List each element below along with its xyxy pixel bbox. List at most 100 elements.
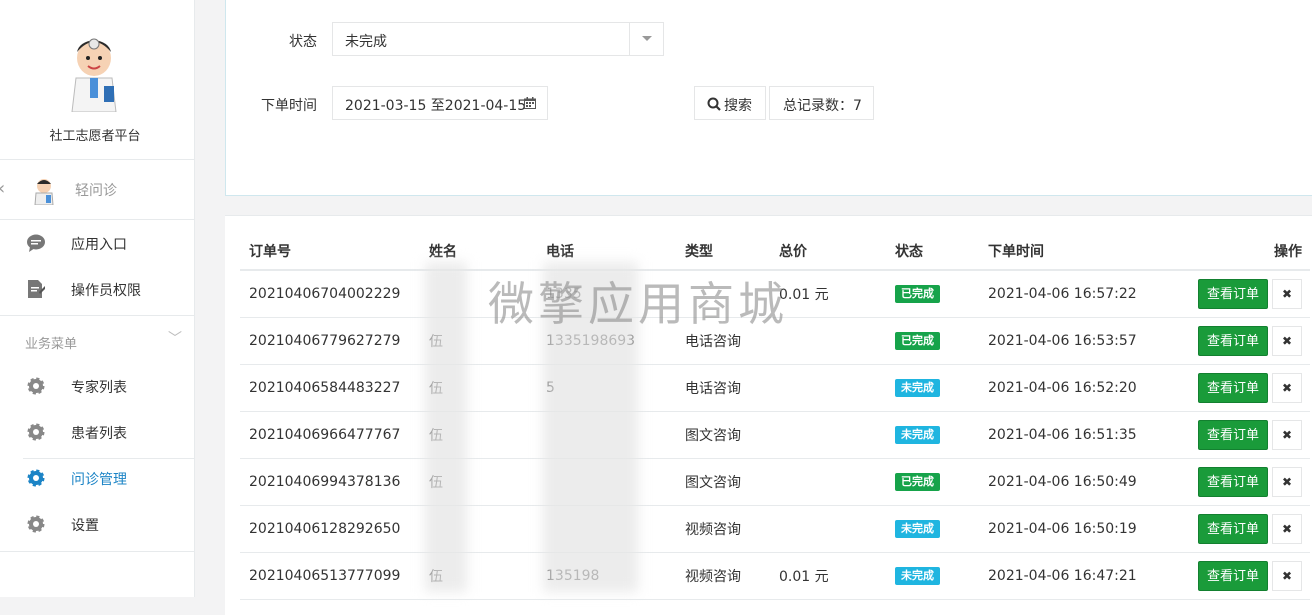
sidebar-item-experts[interactable]: 专家列表 bbox=[0, 363, 194, 409]
status-badge: 已完成 bbox=[895, 472, 940, 491]
order-time-cell: 2021-04-06 16:50:49 bbox=[979, 458, 1169, 506]
section-label: 业务菜单 bbox=[25, 337, 78, 352]
total-records: 总记录数：7 bbox=[769, 86, 874, 120]
table-row: 20210406128292650 视频咨询 未完成 2021-04-06 16:50… bbox=[240, 505, 1310, 553]
status-select-value: 未完成 bbox=[345, 34, 387, 50]
order-time-cell: 2021-04-06 16:51:35 bbox=[979, 411, 1169, 459]
status-badge: 已完成 bbox=[895, 331, 940, 350]
sidebar-item-label: 问诊管理 bbox=[71, 472, 127, 488]
column-header: 状态 bbox=[886, 232, 979, 271]
status-cell: 已完成 bbox=[886, 458, 979, 506]
order-number-cell: 20210406128292650 bbox=[240, 505, 420, 553]
status-badge: 未完成 bbox=[895, 378, 940, 397]
type-cell: 电话咨询 bbox=[676, 364, 770, 412]
order-number-cell: 20210406994378136 bbox=[240, 458, 420, 506]
view-order-button[interactable]: 查看订单 bbox=[1198, 419, 1268, 450]
price-cell bbox=[770, 458, 886, 506]
order-number-cell: 20210406704002229 bbox=[240, 270, 420, 318]
status-cell: 已完成 bbox=[886, 317, 979, 365]
privacy-blur bbox=[425, 262, 467, 592]
brand: 社工志愿者平台 bbox=[0, 0, 194, 160]
app-switcher[interactable]: ‹ 轻问诊 bbox=[0, 160, 194, 220]
view-order-button[interactable]: 查看订单 bbox=[1198, 325, 1268, 356]
type-cell: 图文咨询 bbox=[676, 411, 770, 459]
business-menu-section[interactable]: 业务菜单 ﹀ bbox=[0, 315, 194, 363]
order-time-cell: 2021-04-06 16:52:20 bbox=[979, 364, 1169, 412]
order-time-cell: 2021-04-06 16:57:22 bbox=[979, 270, 1169, 318]
column-header: 下单时间 bbox=[979, 232, 1169, 271]
sidebar-item-app-entry[interactable]: 应用入口 bbox=[0, 220, 194, 266]
sidebar-item-patients[interactable]: 患者列表 bbox=[0, 409, 194, 455]
actions-cell: 查看订单 ✖ bbox=[1169, 364, 1310, 412]
status-cell: 未完成 bbox=[886, 411, 979, 459]
status-cell: 未完成 bbox=[886, 552, 979, 600]
edit-document-icon bbox=[28, 280, 45, 298]
chevron-down-icon[interactable]: ﹀ bbox=[168, 328, 182, 348]
divider bbox=[0, 551, 195, 552]
column-header: 类型 bbox=[676, 232, 770, 271]
sidebar: 社工志愿者平台 ‹ 轻问诊 应用入口 操作员权限 业务菜单 ﹀ 专家列表 患者列… bbox=[0, 0, 195, 597]
calendar-icon bbox=[524, 97, 536, 109]
actions-cell: 查看订单 ✖ bbox=[1169, 411, 1310, 459]
gear-icon bbox=[27, 423, 45, 441]
column-header: 操作 bbox=[1169, 232, 1310, 271]
gear-icon bbox=[27, 469, 45, 487]
search-button-label: 搜索 bbox=[724, 98, 752, 114]
app-label: 轻问诊 bbox=[75, 183, 117, 199]
sidebar-item-consultation-management[interactable]: 问诊管理 bbox=[0, 455, 194, 501]
price-cell bbox=[770, 364, 886, 412]
type-cell: 图文咨询 bbox=[676, 458, 770, 506]
order-time-label: 下单时间 bbox=[261, 98, 317, 114]
status-badge: 未完成 bbox=[895, 519, 940, 538]
watermark-text: 微擎应用商城 bbox=[488, 277, 788, 331]
brand-name: 社工志愿者平台 bbox=[49, 129, 141, 144]
date-range-input[interactable]: 2021-03-15 至2021-04-15 bbox=[332, 86, 548, 120]
delete-icon[interactable]: ✖ bbox=[1272, 560, 1302, 591]
gear-icon bbox=[27, 515, 45, 533]
doctor-logo bbox=[71, 38, 117, 112]
status-badge: 已完成 bbox=[895, 284, 940, 303]
order-number-cell: 20210406584483227 bbox=[240, 364, 420, 412]
status-cell: 未完成 bbox=[886, 364, 979, 412]
column-header: 总价 bbox=[770, 232, 886, 271]
price-cell: 0.01 元 bbox=[770, 552, 886, 600]
type-cell: 视频咨询 bbox=[676, 505, 770, 553]
column-header: 订单号 bbox=[240, 232, 420, 271]
filter-panel: 状态 未完成 下单时间 2021-03-15 至2021-04-15 搜索 总记… bbox=[225, 0, 1312, 196]
view-order-button[interactable]: 查看订单 bbox=[1198, 372, 1268, 403]
view-order-button[interactable]: 查看订单 bbox=[1198, 513, 1268, 544]
view-order-button[interactable]: 查看订单 bbox=[1198, 278, 1268, 309]
sidebar-item-label: 操作员权限 bbox=[71, 283, 141, 299]
delete-icon[interactable]: ✖ bbox=[1272, 419, 1302, 450]
view-order-button[interactable]: 查看订单 bbox=[1198, 466, 1268, 497]
status-select[interactable]: 未完成 bbox=[332, 22, 664, 56]
order-number-cell: 20210406966477767 bbox=[240, 411, 420, 459]
chat-bubble-icon bbox=[27, 234, 45, 252]
delete-icon[interactable]: ✖ bbox=[1272, 325, 1302, 356]
price-cell bbox=[770, 505, 886, 553]
sidebar-item-operator-permissions[interactable]: 操作员权限 bbox=[0, 266, 194, 312]
table-row: 20210406994378136伍图文咨询已完成2021-04-06 16:5… bbox=[240, 458, 1310, 506]
view-order-button[interactable]: 查看订单 bbox=[1198, 560, 1268, 591]
sidebar-item-label: 患者列表 bbox=[71, 426, 127, 442]
order-time-cell: 2021-04-06 16:53:57 bbox=[979, 317, 1169, 365]
search-button[interactable]: 搜索 bbox=[694, 86, 766, 120]
actions-cell: 查看订单 ✖ bbox=[1169, 270, 1310, 318]
order-number-cell: 20210406779627279 bbox=[240, 317, 420, 365]
doctor-avatar-icon bbox=[34, 179, 54, 205]
sidebar-item-label: 专家列表 bbox=[71, 380, 127, 396]
gear-icon bbox=[27, 377, 45, 395]
chevron-left-icon[interactable]: ‹ bbox=[0, 178, 5, 199]
order-number-cell: 20210406513777099 bbox=[240, 552, 420, 600]
status-badge: 未完成 bbox=[895, 425, 940, 444]
actions-cell: 查看订单 ✖ bbox=[1169, 458, 1310, 506]
status-label: 状态 bbox=[289, 34, 317, 50]
delete-icon[interactable]: ✖ bbox=[1272, 372, 1302, 403]
caret-down-icon[interactable] bbox=[629, 23, 663, 55]
order-time-cell: 2021-04-06 16:50:19 bbox=[979, 505, 1169, 553]
delete-icon[interactable]: ✖ bbox=[1272, 513, 1302, 544]
delete-icon[interactable]: ✖ bbox=[1272, 278, 1302, 309]
delete-icon[interactable]: ✖ bbox=[1272, 466, 1302, 497]
sidebar-item-settings[interactable]: 设置 bbox=[0, 501, 194, 547]
actions-cell: 查看订单 ✖ bbox=[1169, 552, 1310, 600]
